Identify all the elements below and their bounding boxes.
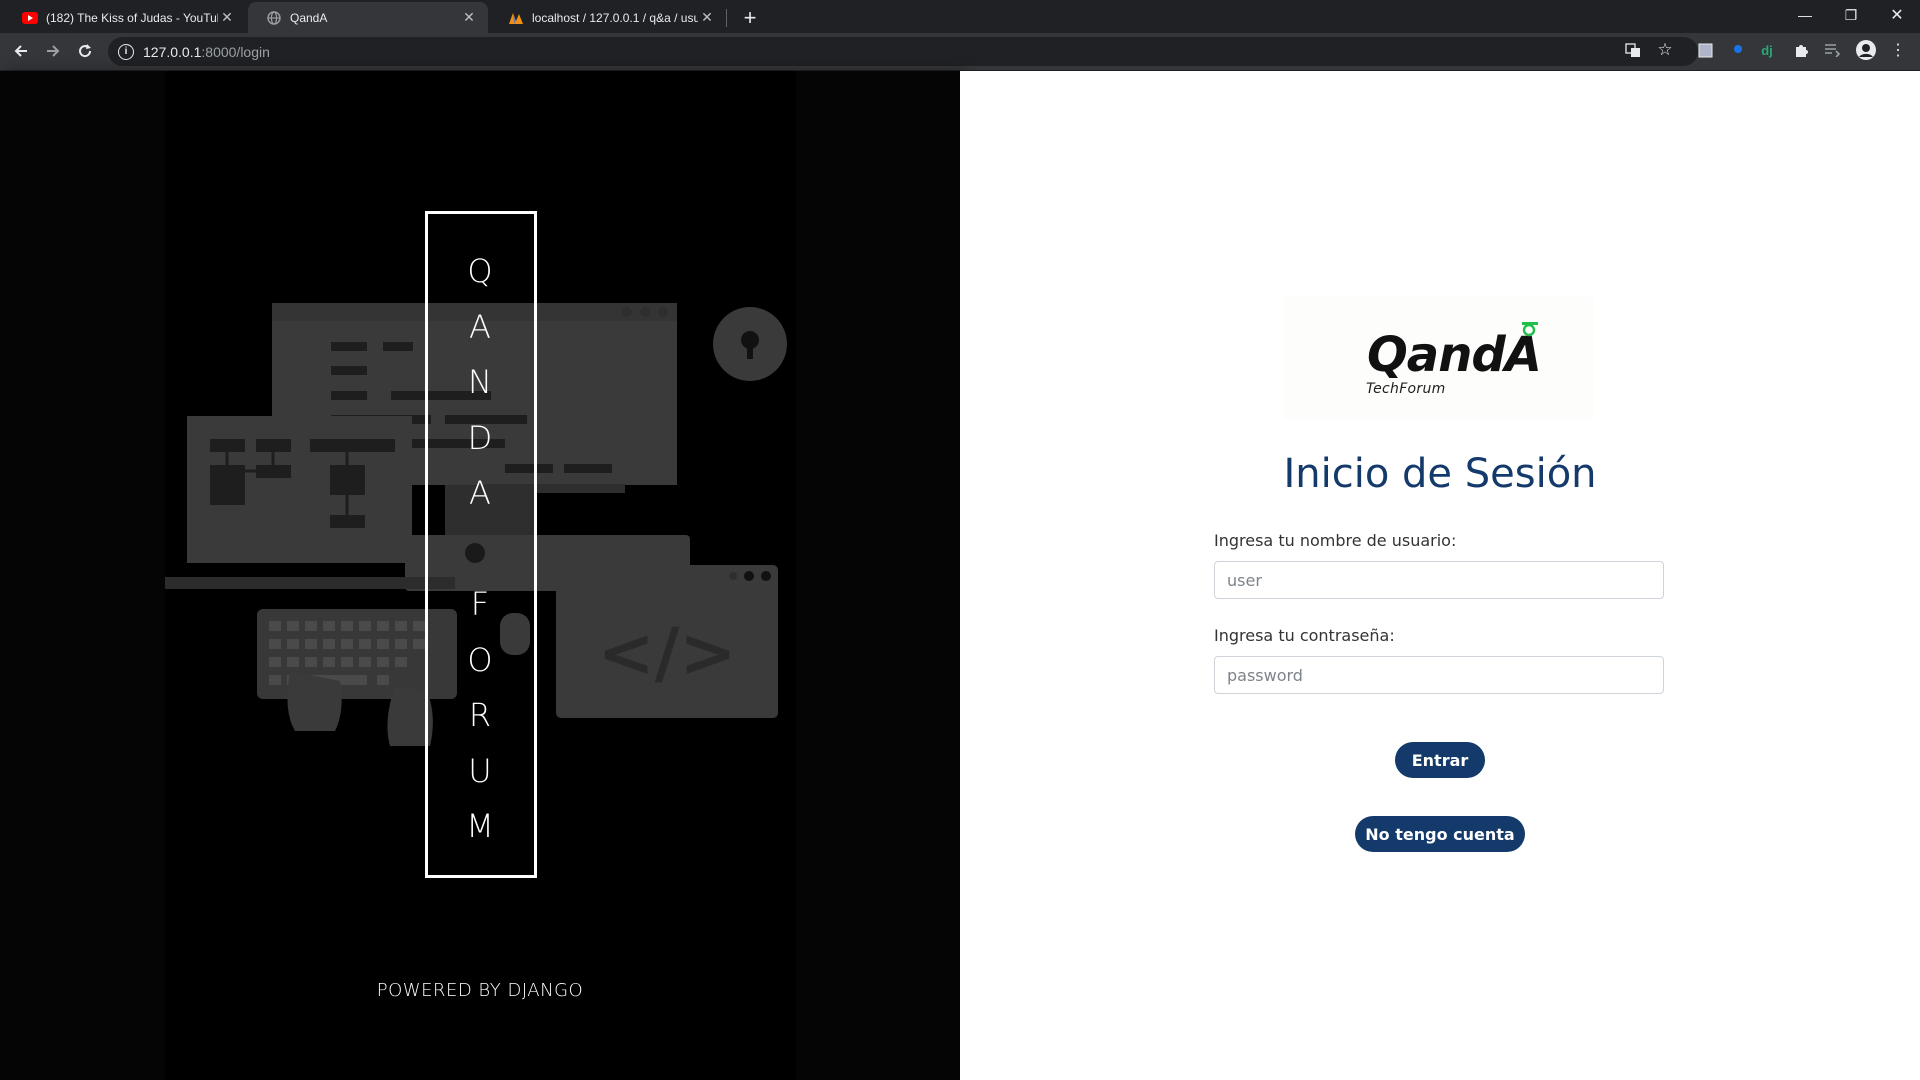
password-input[interactable] <box>1214 656 1664 694</box>
code-symbol: </> <box>598 614 737 693</box>
title-letter: F <box>470 585 492 623</box>
new-tab-button[interactable]: + <box>736 4 764 32</box>
page-title: Inicio de Sesión <box>1283 451 1597 497</box>
tab-phpmyadmin[interactable]: localhost / 127.0.0.1 / q&a / usuario ✕ <box>490 2 726 33</box>
title-letter: D <box>467 418 495 457</box>
title-letter: O <box>467 640 495 679</box>
youtube-icon <box>22 10 38 26</box>
browser-toolbar: i 127.0.0.1:8000/login ☆ dj ⋮ <box>0 33 1920 71</box>
address-bar[interactable]: i 127.0.0.1:8000/login <box>108 37 1698 66</box>
login-panel: QandA TechForum Inicio de Sesión Ingresa… <box>960 71 1920 1080</box>
site-title-vertical: QANDAFORUM <box>425 211 537 878</box>
hero-edge-right <box>796 71 960 1080</box>
profile-avatar-icon[interactable] <box>1854 38 1878 62</box>
tab-title: (182) The Kiss of Judas - YouTube <box>46 10 218 25</box>
title-letter: U <box>468 751 494 790</box>
tab-strip: (182) The Kiss of Judas - YouTube ✕ Qand… <box>0 0 1920 33</box>
tab-title: localhost / 127.0.0.1 / q&a / usuario <box>532 10 698 25</box>
title-letter: N <box>468 363 494 401</box>
globe-icon <box>266 10 282 26</box>
hero-edge-left <box>0 71 165 1080</box>
extension-dot-icon[interactable] <box>1728 39 1748 59</box>
url-host: 127.0.0.1 <box>143 43 202 60</box>
title-letter: R <box>468 696 494 734</box>
url-path: :8000/login <box>201 43 270 60</box>
restore-button[interactable]: ❐ <box>1828 0 1874 30</box>
forward-arrow-icon <box>47 45 60 57</box>
hero-panel: </> QANDAFORUM POWERED BY DJANGO <box>0 71 960 1080</box>
tab-separator <box>726 9 727 27</box>
bookmark-star-icon[interactable]: ☆ <box>1655 40 1675 60</box>
puzzle-icon[interactable] <box>1791 40 1811 60</box>
minimize-button[interactable]: — <box>1782 0 1828 30</box>
kebab-menu-icon[interactable]: ⋮ <box>1888 40 1908 60</box>
extension-square-icon[interactable] <box>1695 40 1715 60</box>
reading-list-icon[interactable] <box>1822 40 1842 60</box>
powered-by-text: POWERED BY DJANGO <box>376 980 584 1001</box>
login-button[interactable]: Entrar <box>1395 742 1485 778</box>
title-letter: A <box>469 474 493 512</box>
username-input[interactable] <box>1214 561 1664 599</box>
tab-youtube[interactable]: (182) The Kiss of Judas - YouTube ✕ <box>4 2 246 33</box>
tab-title: QandA <box>290 10 328 25</box>
register-button[interactable]: No tengo cuenta <box>1355 816 1525 852</box>
title-letter: Q <box>467 252 495 290</box>
logo: QandA TechForum <box>1284 297 1594 419</box>
title-letter: M <box>466 807 496 845</box>
reload-icon <box>79 44 92 58</box>
logo-subtitle: TechForum <box>1366 381 1446 397</box>
back-arrow-icon <box>14 45 27 57</box>
page: </> QANDAFORUM POWERED BY DJANGO QandA T… <box>0 71 1920 1080</box>
tab-qanda[interactable]: QandA ✕ <box>248 2 488 33</box>
username-label: Ingresa tu nombre de usuario: <box>1214 531 1457 550</box>
back-button[interactable] <box>6 36 36 66</box>
logo-mark-icon <box>1522 322 1538 337</box>
close-window-button[interactable]: ✕ <box>1874 0 1920 30</box>
django-extension-icon[interactable]: dj <box>1757 40 1777 60</box>
close-icon[interactable]: ✕ <box>460 9 478 27</box>
forward-button[interactable] <box>38 36 68 66</box>
reload-button[interactable] <box>70 36 100 66</box>
logo-text: QandA <box>1367 327 1542 383</box>
password-label: Ingresa tu contraseña: <box>1214 626 1395 645</box>
close-icon[interactable]: ✕ <box>698 9 716 27</box>
phpmyadmin-icon <box>508 10 524 26</box>
close-icon[interactable]: ✕ <box>218 9 236 27</box>
title-letter: A <box>469 307 493 346</box>
translate-icon[interactable] <box>1623 40 1643 60</box>
info-icon[interactable]: i <box>118 43 134 60</box>
